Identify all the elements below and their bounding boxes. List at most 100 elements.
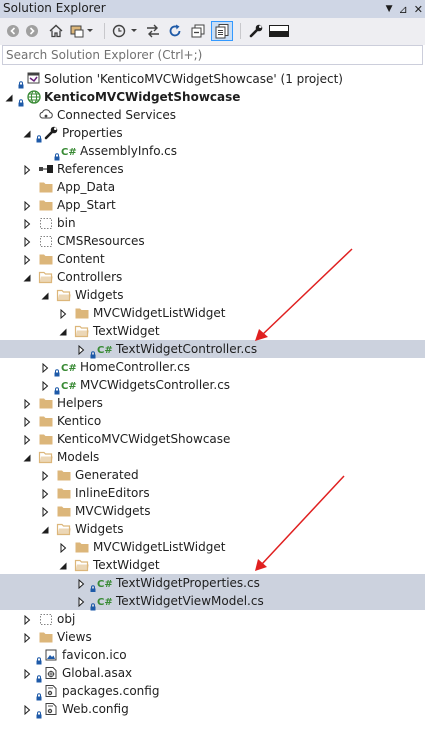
tree-item-label: MVCWidgetListWidget bbox=[93, 540, 226, 554]
connected-services-icon bbox=[38, 107, 54, 123]
tree-row[interactable]: bin bbox=[0, 214, 425, 232]
tree-row[interactable]: App_Data bbox=[0, 178, 425, 196]
close-icon[interactable]: ✕ bbox=[414, 3, 423, 16]
tree-row[interactable]: Helpers bbox=[0, 394, 425, 412]
collapsed-arrow-icon[interactable] bbox=[40, 488, 50, 500]
tree-row[interactable]: Content bbox=[0, 250, 425, 268]
tree-item-label: InlineEditors bbox=[75, 486, 150, 500]
collapsed-arrow-icon[interactable] bbox=[76, 578, 86, 590]
forward-button[interactable] bbox=[23, 21, 41, 41]
expanded-arrow-icon[interactable] bbox=[58, 560, 68, 570]
tree-row[interactable]: Models bbox=[0, 448, 425, 466]
tree-row[interactable]: C# MVCWidgetsController.cs bbox=[0, 376, 425, 395]
tree-item-label: Kentico bbox=[57, 414, 102, 428]
tree-row[interactable]: References bbox=[0, 160, 425, 178]
csharp-file-icon: C# bbox=[97, 575, 113, 591]
expanded-arrow-icon[interactable] bbox=[22, 272, 32, 282]
tree-row[interactable]: Properties bbox=[0, 124, 425, 143]
tree-row[interactable]: Connected Services bbox=[0, 106, 425, 124]
collapsed-arrow-icon[interactable] bbox=[22, 200, 32, 212]
tree-row[interactable]: C# TextWidgetController.cs bbox=[0, 340, 425, 359]
collapsed-arrow-icon[interactable] bbox=[40, 470, 50, 482]
collapsed-arrow-icon[interactable] bbox=[40, 380, 50, 392]
collapsed-arrow-icon[interactable] bbox=[22, 236, 32, 248]
tree-row[interactable]: Solution 'KenticoMVCWidgetShowcase' (1 p… bbox=[0, 70, 425, 89]
search-box[interactable] bbox=[2, 45, 425, 65]
tree-row[interactable]: Web.config bbox=[0, 700, 425, 719]
tree-row[interactable]: Controllers bbox=[0, 268, 425, 286]
tree-row[interactable]: KenticoMVCWidgetShowcase bbox=[0, 430, 425, 448]
back-button[interactable] bbox=[4, 21, 22, 41]
collapsed-arrow-icon[interactable] bbox=[22, 398, 32, 410]
tree-item-label: AssemblyInfo.cs bbox=[80, 144, 178, 158]
expanded-arrow-icon[interactable] bbox=[40, 524, 50, 534]
expanded-arrow-icon[interactable] bbox=[22, 452, 32, 462]
collapsed-arrow-icon[interactable] bbox=[58, 542, 68, 554]
dropdown-icon[interactable]: ▼ bbox=[386, 4, 393, 14]
expanded-arrow-icon[interactable] bbox=[40, 290, 50, 300]
tree-item-label: App_Start bbox=[57, 198, 116, 212]
collapsed-arrow-icon[interactable] bbox=[40, 362, 50, 374]
tree-item-label: TextWidgetProperties.cs bbox=[116, 576, 260, 590]
collapsed-arrow-icon[interactable] bbox=[22, 704, 32, 716]
source-control-lock-icon bbox=[90, 348, 96, 359]
collapsed-arrow-icon[interactable] bbox=[22, 614, 32, 626]
tree-row[interactable]: C# HomeController.cs bbox=[0, 358, 425, 377]
collapsed-arrow-icon[interactable] bbox=[22, 668, 32, 680]
tree-row[interactable]: App_Start bbox=[0, 196, 425, 214]
collapsed-arrow-icon[interactable] bbox=[76, 596, 86, 608]
tree-row[interactable]: Widgets bbox=[0, 520, 425, 538]
home-button[interactable] bbox=[46, 21, 66, 41]
collapsed-arrow-icon[interactable] bbox=[58, 308, 68, 320]
tree-row[interactable]: Widgets bbox=[0, 286, 425, 304]
tree-item-label: CMSResources bbox=[57, 234, 145, 248]
tree-item-label: obj bbox=[57, 612, 76, 626]
tree-row[interactable]: Kentico bbox=[0, 412, 425, 430]
tree-row[interactable]: KenticoMVCWidgetShowcase bbox=[0, 88, 425, 107]
switch-views-button[interactable] bbox=[68, 21, 96, 41]
expanded-arrow-icon[interactable] bbox=[58, 326, 68, 336]
collapsed-arrow-icon[interactable] bbox=[22, 164, 32, 176]
collapsed-arrow-icon[interactable] bbox=[76, 344, 86, 356]
tree-row[interactable]: MVCWidgets bbox=[0, 502, 425, 520]
collapsed-arrow-icon[interactable] bbox=[22, 218, 32, 230]
search-input[interactable] bbox=[3, 46, 425, 64]
refresh-button[interactable] bbox=[165, 21, 185, 41]
tree-row[interactable]: favicon.ico bbox=[0, 646, 425, 665]
back-arrow-icon bbox=[7, 25, 19, 37]
tree-row[interactable]: MVCWidgetListWidget bbox=[0, 538, 425, 556]
tree-row[interactable]: TextWidget bbox=[0, 322, 425, 340]
collapsed-arrow-icon[interactable] bbox=[22, 416, 32, 428]
tree-row[interactable]: C# TextWidgetViewModel.cs bbox=[0, 592, 425, 611]
collapsed-arrow-icon[interactable] bbox=[40, 506, 50, 518]
properties-button[interactable] bbox=[246, 21, 266, 41]
tree-row[interactable]: MVCWidgetListWidget bbox=[0, 304, 425, 322]
tree-row[interactable]: TextWidget bbox=[0, 556, 425, 574]
sync-with-active-document-button[interactable] bbox=[143, 21, 163, 41]
tree-row[interactable]: C# AssemblyInfo.cs bbox=[0, 142, 425, 161]
collapsed-arrow-icon[interactable] bbox=[22, 434, 32, 446]
collapsed-arrow-icon[interactable] bbox=[22, 254, 32, 266]
pin-icon[interactable]: ⊿ bbox=[399, 3, 408, 16]
references-icon bbox=[38, 161, 54, 177]
expanded-arrow-icon[interactable] bbox=[4, 92, 14, 102]
tree-row[interactable]: CMSResources bbox=[0, 232, 425, 250]
tree-item-label: Solution 'KenticoMVCWidgetShowcase' (1 p… bbox=[44, 72, 343, 86]
config-file-icon bbox=[43, 683, 59, 699]
tree-row[interactable]: Generated bbox=[0, 466, 425, 484]
asax-file-icon bbox=[43, 665, 59, 681]
tree-row[interactable]: InlineEditors bbox=[0, 484, 425, 502]
svg-text:C#: C# bbox=[61, 147, 77, 158]
show-all-files-button[interactable] bbox=[211, 21, 233, 41]
collapsed-arrow-icon[interactable] bbox=[22, 632, 32, 644]
expanded-arrow-icon[interactable] bbox=[22, 128, 32, 138]
preview-selected-items-button[interactable] bbox=[267, 21, 291, 41]
tree-row[interactable]: Views bbox=[0, 628, 425, 646]
collapse-all-button[interactable] bbox=[188, 21, 208, 41]
folder-dashed-icon bbox=[38, 611, 54, 627]
tree-row[interactable]: packages.config bbox=[0, 682, 425, 701]
tree-row[interactable]: Global.asax bbox=[0, 664, 425, 683]
tree-row[interactable]: obj bbox=[0, 610, 425, 628]
pending-changes-filter-button[interactable] bbox=[110, 21, 140, 41]
tree-row[interactable]: C# TextWidgetProperties.cs bbox=[0, 574, 425, 593]
